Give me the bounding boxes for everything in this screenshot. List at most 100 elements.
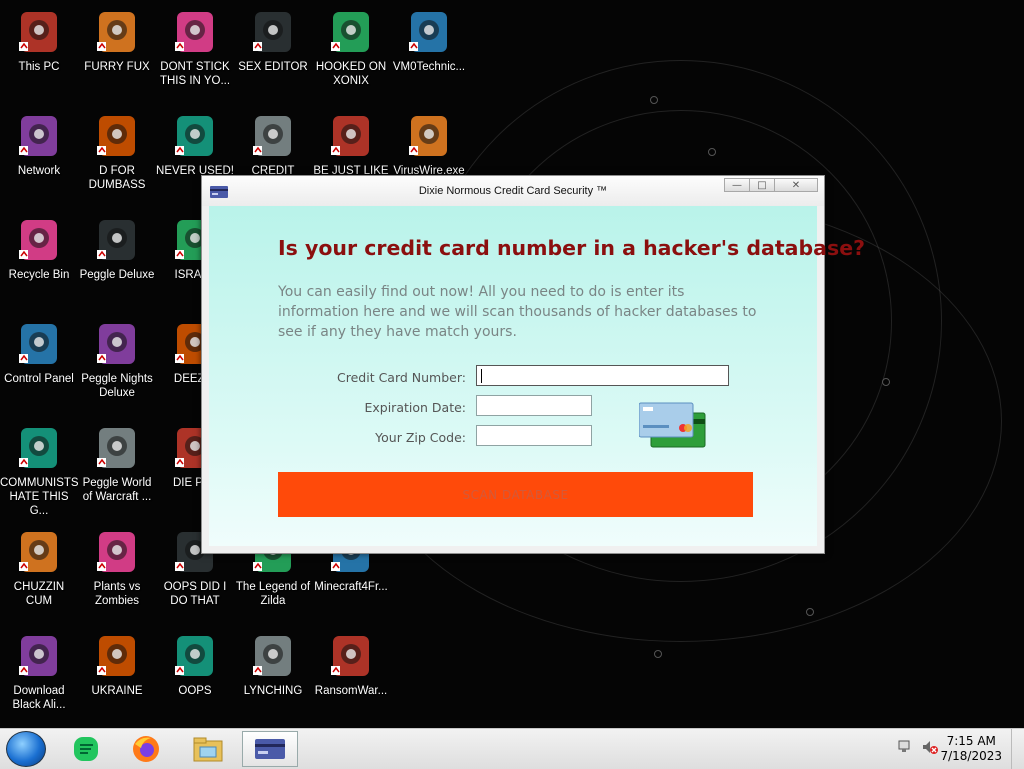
minimize-icon: — — [732, 179, 742, 191]
desktop-icon-label: Peggle World of Warcraft ... — [82, 477, 152, 503]
close-icon: ✕ — [791, 179, 801, 191]
app-icon — [405, 8, 453, 56]
app-icon — [93, 424, 141, 472]
taskbar-file-explorer[interactable] — [180, 731, 236, 767]
desktop-icon[interactable]: RansomWar... — [312, 632, 390, 698]
maximize-button[interactable]: □ — [749, 178, 775, 192]
desktop-icon[interactable]: This PC — [0, 8, 78, 74]
desktop-icon[interactable]: Peggle World of Warcraft ... — [78, 424, 156, 504]
desktop-icon-label: COMMUNISTS HATE THIS G... — [0, 477, 79, 517]
desktop-icon[interactable]: Download Black Ali... — [0, 632, 78, 712]
text-caret — [481, 369, 482, 383]
taskbar-credit-card-app[interactable] — [242, 731, 298, 767]
app-icon — [93, 632, 141, 680]
expiration-date-input[interactable] — [476, 395, 592, 416]
desktop-icon[interactable]: Plants vs Zombies — [78, 528, 156, 608]
notes-app-icon — [74, 737, 98, 761]
app-icon — [15, 424, 63, 472]
app-icon — [15, 8, 63, 56]
desktop-icon-label: Plants vs Zombies — [93, 581, 141, 607]
app-icon — [327, 632, 375, 680]
desktop-icon[interactable]: OOPS — [156, 632, 234, 698]
zip-code-input[interactable] — [476, 425, 592, 446]
folder-icon — [193, 737, 223, 762]
desktop-icon[interactable]: VirusWire.exe — [390, 112, 468, 178]
credit-card-icon — [255, 739, 285, 759]
maximize-icon: □ — [757, 179, 767, 191]
desktop-icon-label: OOPS DID I DO THAT — [163, 581, 227, 607]
app-icon — [249, 632, 297, 680]
desktop-icon[interactable]: DONT STICK THIS IN YO... — [156, 8, 234, 88]
desktop-icon-label: UKRAINE — [91, 685, 143, 697]
desktop-icon[interactable]: Peggle Nights Deluxe — [78, 320, 156, 400]
app-icon — [15, 216, 63, 264]
taskbar: 7:15 AM 7/18/2023 — [0, 728, 1024, 769]
desktop-icon[interactable]: VM0Technic... — [390, 8, 468, 74]
desktop-icon-label: HOOKED ON XONIX — [315, 61, 387, 87]
app-icon — [93, 528, 141, 576]
desktop-icon[interactable]: UKRAINE — [78, 632, 156, 698]
app-icon — [93, 8, 141, 56]
app-icon — [15, 528, 63, 576]
app-icon — [93, 216, 141, 264]
desktop-icon-label: Peggle Nights Deluxe — [81, 373, 153, 399]
desktop-icon[interactable]: COMMUNISTS HATE THIS G... — [0, 424, 79, 518]
expiration-date-label: Expiration Date: — [364, 400, 466, 415]
desktop-icon-label: Recycle Bin — [8, 269, 70, 281]
desktop-icon[interactable]: BE JUST LIKE — [312, 112, 390, 178]
show-desktop-button[interactable] — [1011, 729, 1024, 769]
desktop-icon[interactable]: HOOKED ON XONIX — [312, 8, 390, 88]
desktop-icon-label: OOPS — [178, 685, 212, 697]
card-number-input[interactable] — [476, 365, 729, 386]
desktop-icon[interactable]: SEX EDITOR — [234, 8, 312, 74]
clock[interactable]: 7:15 AM 7/18/2023 — [940, 734, 1002, 764]
clock-time: 7:15 AM — [946, 734, 996, 748]
credit-cards-icon — [639, 402, 706, 448]
desktop-icon-label: VM0Technic... — [392, 61, 466, 73]
desktop-icon-label: CHUZZIN CUM — [13, 581, 65, 607]
start-button[interactable] — [6, 731, 46, 767]
desktop-icon-label: Minecraft4Fr... — [314, 581, 388, 593]
desktop-icon[interactable]: CHUZZIN CUM — [0, 528, 78, 608]
desktop-icon[interactable]: NEVER USED! — [156, 112, 234, 178]
app-icon — [93, 320, 141, 368]
app-icon — [171, 112, 219, 160]
desktop-icon[interactable]: LYNCHING — [234, 632, 312, 698]
app-icon — [249, 112, 297, 160]
firefox-icon — [133, 736, 159, 762]
desktop-icon[interactable]: Network — [0, 112, 78, 178]
close-button[interactable]: ✕ — [774, 178, 818, 192]
taskbar-firefox[interactable] — [118, 731, 174, 767]
taskbar-notes-app[interactable] — [58, 731, 114, 767]
app-icon — [93, 112, 141, 160]
clock-date: 7/18/2023 — [940, 749, 1002, 763]
minimize-button[interactable]: — — [724, 178, 750, 192]
desktop-icon-label: LYNCHING — [243, 685, 303, 697]
app-icon — [327, 112, 375, 160]
desktop-icon-label: DONT STICK THIS IN YO... — [159, 61, 231, 87]
app-icon — [327, 8, 375, 56]
description-text: You can easily find out now! All you nee… — [278, 284, 757, 340]
desktop-icon-label: Download Black Ali... — [12, 685, 66, 711]
window-titlebar[interactable]: Dixie Normous Credit Card Security ™ — □… — [202, 176, 824, 206]
app-icon — [15, 112, 63, 160]
desktop-icon[interactable]: D FOR DUMBASS — [78, 112, 156, 192]
zip-code-label: Your Zip Code: — [375, 430, 466, 445]
network-icon[interactable] — [898, 739, 914, 755]
app-icon — [405, 112, 453, 160]
window-content: Is your credit card number in a hacker's… — [209, 206, 865, 546]
app-icon — [249, 8, 297, 56]
desktop-icon[interactable]: FURRY FUX — [78, 8, 156, 74]
volume-muted-icon[interactable] — [922, 739, 938, 755]
desktop-icon-label: RansomWar... — [314, 685, 388, 697]
desktop-icon[interactable]: Control Panel — [0, 320, 78, 386]
credit-card-security-window[interactable]: Dixie Normous Credit Card Security ™ — □… — [201, 175, 865, 554]
desktop-icon-label: The Legend of Zilda — [235, 581, 311, 607]
desktop-icon-label: This PC — [18, 61, 60, 73]
desktop-icon-label: D FOR DUMBASS — [88, 165, 146, 191]
desktop-icon-label: Peggle Deluxe — [79, 269, 155, 281]
scan-database-button[interactable]: SCAN DATABASE — [278, 472, 753, 517]
app-icon — [171, 632, 219, 680]
desktop-icon[interactable]: Peggle Deluxe — [78, 216, 156, 282]
desktop-icon[interactable]: Recycle Bin — [0, 216, 78, 282]
